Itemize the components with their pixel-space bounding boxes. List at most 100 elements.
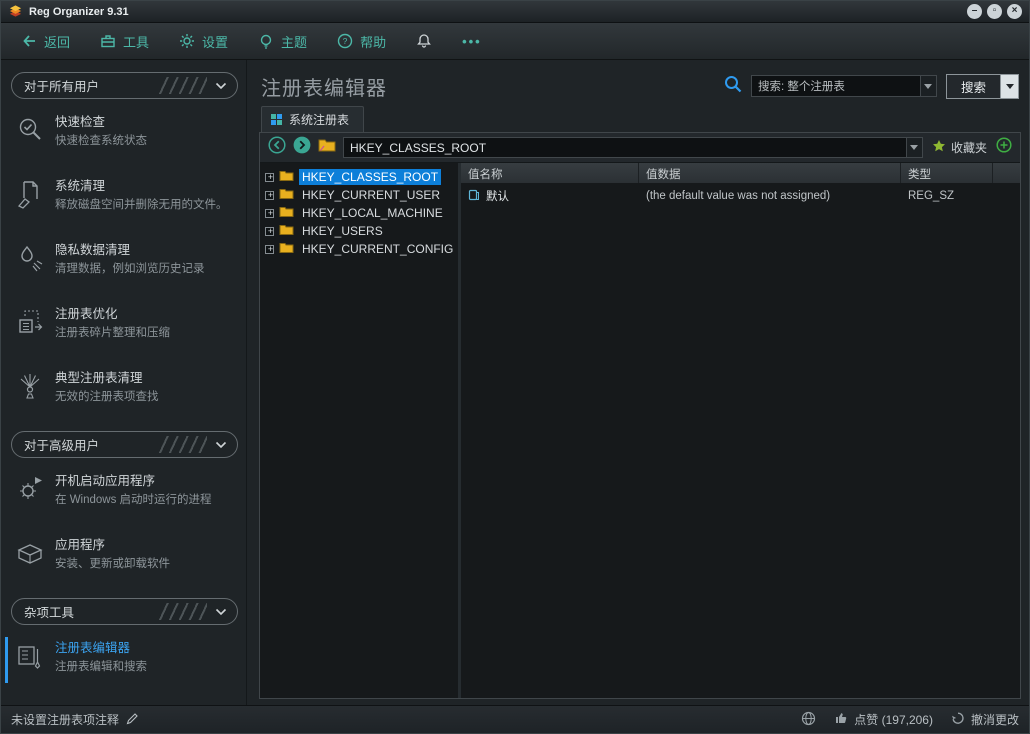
- search-button[interactable]: 搜索: [945, 73, 1001, 99]
- chevron-down-icon: [215, 441, 227, 448]
- language-globe-icon[interactable]: [801, 711, 816, 729]
- help-button[interactable]: ? 帮助: [337, 32, 386, 51]
- expander-plus-icon[interactable]: [265, 244, 275, 254]
- section-stripes-decoration: [159, 436, 207, 453]
- sidebar-item-privacy-cleanup[interactable]: 隐私数据清理 清理数据，例如浏览历史记录: [13, 239, 240, 285]
- dropdown-arrow-icon: [1005, 83, 1014, 89]
- applications-icon: [13, 534, 47, 580]
- open-key-folder-icon[interactable]: [318, 137, 336, 158]
- tree-node[interactable]: HKEY_LOCAL_MACHINE: [265, 204, 458, 222]
- dropdown-arrow-icon: [905, 138, 922, 157]
- sidebar-item-quick-check[interactable]: 快速检查 快速检查系统状态: [13, 111, 240, 157]
- registry-cleanup-icon: [13, 367, 47, 413]
- settings-button[interactable]: 设置: [179, 32, 228, 51]
- window-title: Reg Organizer 9.31: [29, 5, 129, 18]
- tree-node[interactable]: HKEY_USERS: [265, 222, 458, 240]
- search-button-group: 搜索: [945, 73, 1019, 99]
- search-options-dropdown[interactable]: [1001, 73, 1019, 99]
- registry-optimize-icon: [13, 303, 47, 349]
- column-header-value-data[interactable]: 值数据: [639, 163, 901, 183]
- registry-panel: HKEY_CLASSES_ROOT 收藏夹 HKEY_CLA: [259, 132, 1021, 699]
- ellipsis-icon: •••: [462, 33, 482, 49]
- folder-icon: [279, 223, 294, 239]
- folder-icon: [279, 241, 294, 257]
- like-button[interactable]: 点赞 (197,206): [834, 711, 933, 728]
- theme-button[interactable]: 主题: [258, 32, 307, 51]
- page-title: 注册表编辑器: [261, 77, 387, 100]
- expander-plus-icon[interactable]: [265, 190, 275, 200]
- sidebar: 对于所有用户 快速检查 快速检查系统状态 系统清理 释放磁盘空间并删除无用的文件。 …: [1, 60, 247, 705]
- expander-plus-icon[interactable]: [265, 208, 275, 218]
- sidebar-item-applications[interactable]: 应用程序 安装、更新或卸载软件: [13, 534, 240, 580]
- column-header-filler: [993, 163, 1020, 183]
- notifications-button[interactable]: [416, 33, 432, 49]
- key-comment-text: 未设置注册表项注释: [11, 713, 120, 727]
- address-bar: HKEY_CLASSES_ROOT 收藏夹: [260, 133, 1020, 163]
- values-pane: 值名称 值数据 类型 默认 (the default value was not…: [461, 163, 1020, 698]
- nav-back-button[interactable]: [268, 136, 286, 159]
- sidebar-section-advanced-users[interactable]: 对于高级用户: [11, 431, 238, 458]
- expander-plus-icon[interactable]: [265, 172, 275, 182]
- quick-check-icon: [13, 111, 47, 157]
- section-stripes-decoration: [159, 77, 207, 94]
- registry-tree: HKEY_CLASSES_ROOT HKEY_CURRENT_USER HKEY…: [260, 163, 461, 698]
- star-icon: [932, 139, 946, 156]
- sidebar-item-registry-editor[interactable]: 注册表编辑器 注册表编辑和搜索: [5, 637, 240, 683]
- column-header-value-name[interactable]: 值名称: [461, 163, 639, 183]
- tree-node[interactable]: HKEY_CLASSES_ROOT: [265, 168, 458, 186]
- sidebar-item-registry-cleanup[interactable]: 典型注册表清理 无效的注册表项查找: [13, 367, 240, 413]
- titlebar: Reg Organizer 9.31 – ▫ ×: [1, 1, 1029, 23]
- svg-text:?: ?: [343, 36, 348, 46]
- nav-forward-button[interactable]: [293, 136, 311, 159]
- search-icon: [724, 75, 742, 98]
- tree-node[interactable]: HKEY_CURRENT_CONFIG: [265, 240, 458, 258]
- help-icon: ?: [337, 33, 353, 49]
- window-controls: – ▫ ×: [967, 4, 1022, 19]
- table-row[interactable]: 默认 (the default value was not assigned) …: [461, 186, 1020, 206]
- tab-bar: 系统注册表: [259, 106, 1021, 132]
- gear-icon: [179, 33, 195, 49]
- undo-icon: [951, 711, 965, 728]
- folder-icon: [279, 169, 294, 185]
- folder-icon: [279, 187, 294, 203]
- string-value-icon: [468, 189, 480, 204]
- system-cleanup-icon: [13, 175, 47, 221]
- toolbox-icon: [100, 33, 116, 49]
- search-scope-select[interactable]: 搜索: 整个注册表: [750, 75, 937, 97]
- sidebar-section-misc-tools[interactable]: 杂项工具: [11, 598, 238, 625]
- favorites-button[interactable]: 收藏夹: [930, 139, 989, 156]
- registry-path-combobox[interactable]: HKEY_CLASSES_ROOT: [343, 137, 923, 158]
- privacy-cleanup-icon: [13, 239, 47, 285]
- app-logo-icon: [8, 4, 23, 19]
- minimize-button[interactable]: –: [967, 4, 982, 19]
- values-table-header: 值名称 值数据 类型: [461, 163, 1020, 183]
- more-button[interactable]: •••: [462, 34, 482, 49]
- sidebar-item-registry-optimize[interactable]: 注册表优化 注册表碎片整理和压缩: [13, 303, 240, 349]
- bell-icon: [416, 33, 432, 49]
- back-button[interactable]: 返回: [21, 32, 70, 51]
- tab-system-registry[interactable]: 系统注册表: [261, 106, 365, 132]
- main-content: 注册表编辑器 搜索: 整个注册表 搜索 系统注册表 HKEY_CLASSES_R…: [247, 60, 1029, 705]
- thumbs-up-icon: [834, 711, 848, 728]
- registry-editor-icon: [13, 637, 47, 683]
- sidebar-item-system-cleanup[interactable]: 系统清理 释放磁盘空间并删除无用的文件。: [13, 175, 240, 221]
- chevron-down-icon: [215, 608, 227, 615]
- theme-bulb-icon: [258, 33, 274, 49]
- add-favorite-button[interactable]: [996, 137, 1012, 158]
- column-header-type[interactable]: 类型: [901, 163, 993, 183]
- startup-apps-icon: [13, 470, 47, 516]
- tools-button[interactable]: 工具: [100, 32, 149, 51]
- edit-comment-pencil-icon[interactable]: [126, 712, 139, 728]
- folder-icon: [279, 205, 294, 221]
- expander-plus-icon[interactable]: [265, 226, 275, 236]
- registry-tab-icon: [271, 114, 282, 125]
- sidebar-item-startup-apps[interactable]: 开机启动应用程序在 Windows 启动时运行的进程: [13, 470, 240, 516]
- main-toolbar: 返回 工具 设置 主题 ? 帮助 •••: [1, 23, 1029, 60]
- statusbar: 未设置注册表项注释 点赞 (197,206) 撤消更改: [1, 705, 1029, 733]
- tree-node[interactable]: HKEY_CURRENT_USER: [265, 186, 458, 204]
- section-stripes-decoration: [159, 603, 207, 620]
- maximize-button[interactable]: ▫: [987, 4, 1002, 19]
- close-button[interactable]: ×: [1007, 4, 1022, 19]
- sidebar-section-all-users[interactable]: 对于所有用户: [11, 72, 238, 99]
- undo-changes-button[interactable]: 撤消更改: [951, 711, 1019, 728]
